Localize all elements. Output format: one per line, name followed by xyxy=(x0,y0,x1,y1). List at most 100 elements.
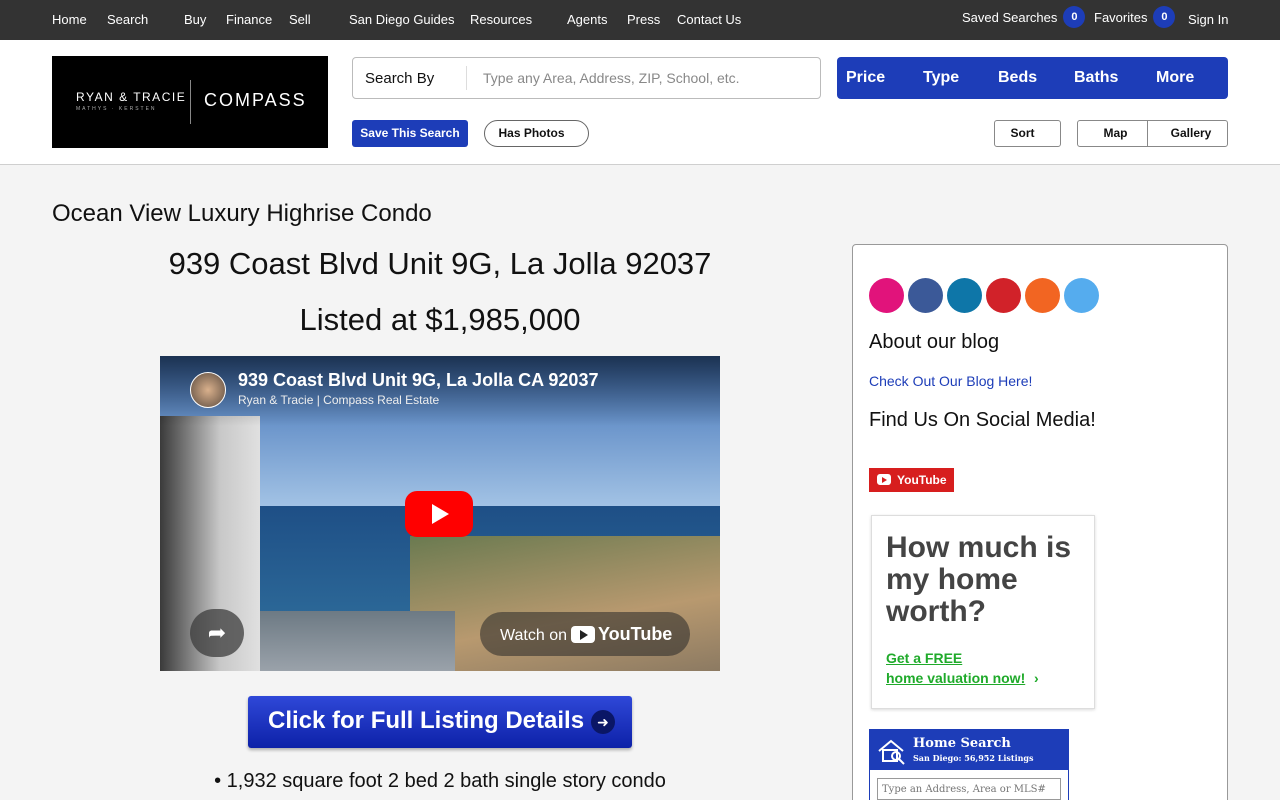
nav-sell-label: Sell xyxy=(289,12,311,27)
nav-buy-label: Buy xyxy=(184,12,207,27)
sort-button[interactable]: Sort xyxy=(994,120,1061,147)
nav-resources-label: Resources xyxy=(470,12,533,27)
nav-search-label: Search xyxy=(107,12,149,27)
logo-brand: COMPASS xyxy=(204,90,307,110)
save-search-button[interactable]: Save This Search xyxy=(352,120,468,147)
video-title-shade xyxy=(160,356,720,426)
filter-price[interactable]: Price xyxy=(846,69,891,87)
sign-in-link[interactable]: Sign In xyxy=(1188,12,1228,27)
nav-press[interactable]: Press xyxy=(627,12,660,27)
video-channel[interactable]: Ryan & Tracie | Compass Real Estate xyxy=(238,393,439,407)
channel-avatar[interactable] xyxy=(190,372,226,408)
home-valuation-widget[interactable]: How much is my home worth? Get a FREE ho… xyxy=(871,515,1095,709)
sidebar: About our blog Check Out Our Blog Here! … xyxy=(852,244,1228,800)
search-input[interactable] xyxy=(483,66,803,90)
saved-searches-label: Saved Searches xyxy=(962,9,1058,25)
listing-subtitle: Ocean View Luxury Highrise Condo xyxy=(52,200,432,227)
instagram-icon[interactable] xyxy=(869,278,904,313)
video-embed[interactable]: 939 Coast Blvd Unit 9G, La Jolla CA 9203… xyxy=(160,356,720,671)
video-title[interactable]: 939 Coast Blvd Unit 9G, La Jolla CA 9203… xyxy=(238,370,598,391)
top-navigation: Home Search Buy Finance Sell San Diego G… xyxy=(0,0,1280,40)
logo-sub-line: MATHYS · KERSTEN xyxy=(76,106,157,112)
youtube-button-label: YouTube xyxy=(897,473,947,487)
facebook-icon[interactable] xyxy=(908,278,943,313)
valuation-heading: How much is my home worth? xyxy=(886,531,1072,628)
brand-logo[interactable]: RYAN & TRACIE MATHYS · KERSTEN COMPASS xyxy=(52,56,328,148)
home-search-header: Home Search San Diego: 56,952 Listings xyxy=(870,730,1068,770)
search-bar: Search By xyxy=(352,57,821,99)
nav-contact-label: Contact Us xyxy=(677,12,742,27)
map-view-button[interactable]: Map xyxy=(1078,121,1147,146)
nav-finance[interactable]: Finance xyxy=(226,12,272,27)
nav-buy[interactable]: Buy xyxy=(184,12,206,27)
filter-price-label: Price xyxy=(846,69,886,86)
filter-beds-label: Beds xyxy=(998,69,1038,86)
listing-feature-bullet: • 1,932 square foot 2 bed 2 bath single … xyxy=(214,770,666,792)
blog-link[interactable]: Check Out Our Blog Here! xyxy=(869,373,1032,389)
nav-contact-us[interactable]: Contact Us xyxy=(677,12,741,27)
filter-type-label: Type xyxy=(923,69,960,86)
gallery-label: Gallery xyxy=(1170,126,1212,140)
rss-icon[interactable] xyxy=(1025,278,1060,313)
nav-home-label: Home xyxy=(52,12,87,27)
valuation-link-line1[interactable]: Get a FREE xyxy=(886,650,962,666)
cta-label: Click for Full Listing Details xyxy=(268,707,585,734)
view-toggle: Map Gallery xyxy=(1077,120,1228,147)
youtube-wordmark: YouTube xyxy=(598,624,673,644)
has-photos-label: Has Photos xyxy=(498,126,565,140)
full-listing-details-button[interactable]: Click for Full Listing Details ➜ xyxy=(248,696,632,748)
home-search-input[interactable] xyxy=(877,778,1061,800)
nav-san-diego-guides[interactable]: San Diego Guides xyxy=(349,12,455,27)
nav-agents-label: Agents xyxy=(567,12,608,27)
house-search-icon xyxy=(878,739,905,765)
logo-divider xyxy=(190,80,191,124)
share-icon[interactable]: ➦ xyxy=(190,609,244,657)
nav-sell[interactable]: Sell xyxy=(289,12,316,27)
youtube-subscribe-button[interactable]: YouTube xyxy=(869,468,954,492)
video-thumbnail-deck xyxy=(255,611,455,671)
gallery-view-button[interactable]: Gallery xyxy=(1148,121,1228,146)
home-search-title: Home Search xyxy=(913,736,1011,751)
about-blog-heading: About our blog xyxy=(869,331,1000,353)
favorites-link[interactable]: Favorites 0 xyxy=(1094,6,1176,28)
has-photos-toggle[interactable]: Has Photos xyxy=(484,120,589,147)
nav-search[interactable]: Search xyxy=(107,12,153,27)
valuation-link-line2[interactable]: home valuation now! xyxy=(886,670,1025,686)
search-by-dropdown[interactable]: Search By xyxy=(365,70,440,87)
nav-press-label: Press xyxy=(627,12,661,27)
nav-finance-label: Finance xyxy=(226,12,273,27)
nav-home[interactable]: Home xyxy=(52,12,87,27)
listing-address: 939 Coast Blvd Unit 9G, La Jolla 92037 xyxy=(168,246,712,281)
twitter-icon[interactable] xyxy=(1064,278,1099,313)
filter-baths[interactable]: Baths xyxy=(1074,69,1124,87)
listing-price: Listed at $1,985,000 xyxy=(299,302,581,337)
favorites-label: Favorites xyxy=(1094,9,1148,25)
search-by-label: Search By xyxy=(365,70,435,87)
social-media-heading: Find Us On Social Media! xyxy=(869,409,1096,431)
filter-beds[interactable]: Beds xyxy=(998,69,1043,87)
nav-agents[interactable]: Agents xyxy=(567,12,607,27)
filter-baths-label: Baths xyxy=(1074,69,1119,86)
logo-name-line: RYAN & TRACIE xyxy=(76,90,187,104)
search-header: RYAN & TRACIE MATHYS · KERSTEN COMPASS S… xyxy=(0,40,1280,165)
saved-searches-link[interactable]: Saved Searches 0 xyxy=(962,6,1086,28)
youtube-logo-icon xyxy=(571,625,595,643)
chevron-right-icon: › xyxy=(1034,670,1039,686)
nav-guides-label: San Diego Guides xyxy=(349,12,455,27)
sort-label: Sort xyxy=(1010,126,1035,140)
play-icon[interactable] xyxy=(405,491,473,537)
arrow-right-icon: ➜ xyxy=(591,710,615,734)
filter-more[interactable]: More xyxy=(1156,69,1200,87)
filter-type[interactable]: Type xyxy=(923,69,965,87)
youtube-icon xyxy=(877,474,891,485)
nav-resources[interactable]: Resources xyxy=(470,12,537,27)
pinterest-icon[interactable] xyxy=(986,278,1021,313)
map-label: Map xyxy=(1103,126,1128,140)
favorites-count-badge: 0 xyxy=(1153,6,1176,28)
watch-on-label: Watch on xyxy=(500,627,567,644)
filter-more-label: More xyxy=(1156,69,1195,86)
filter-bar: Price Type Beds Baths More xyxy=(837,57,1228,99)
search-divider xyxy=(466,66,467,90)
watch-on-youtube-button[interactable]: Watch on YouTube xyxy=(480,612,690,656)
linkedin-icon[interactable] xyxy=(947,278,982,313)
